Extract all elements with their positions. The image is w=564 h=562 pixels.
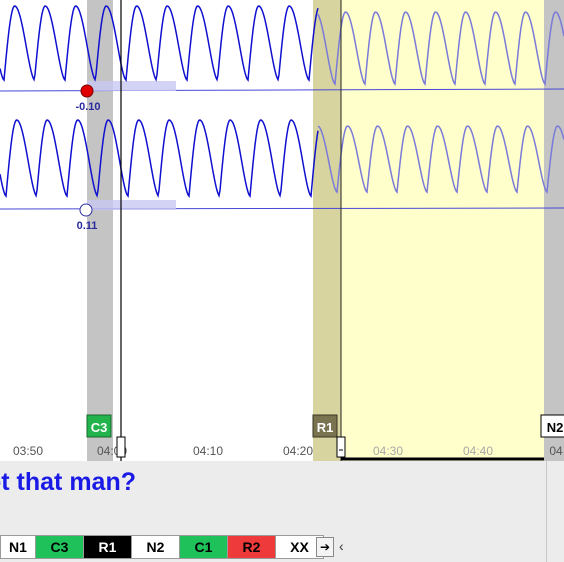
- epoch-marker-c3-label: C3: [91, 420, 108, 435]
- stage-button-n2[interactable]: N2: [131, 535, 180, 559]
- time-label: 04:20: [283, 444, 313, 458]
- stage-button-c3[interactable]: C3: [35, 535, 84, 559]
- stage-button-bar: N1 C3 R1 N2 C1 R2 XX: [0, 535, 324, 559]
- channel-1-marker[interactable]: [80, 84, 94, 98]
- channel-2-marker-range: [87, 200, 176, 210]
- time-label: 04:10: [193, 444, 223, 458]
- right-arrow-icon[interactable]: ➔: [316, 537, 334, 557]
- channel-2-waveform: [0, 119, 319, 198]
- channel-1-waveform: [0, 5, 319, 82]
- epoch-marker-n2-label: N2: [547, 420, 564, 435]
- channel-2-marker[interactable]: [79, 203, 93, 217]
- stage-button-r2[interactable]: R2: [227, 535, 276, 559]
- time-label: 04:30: [373, 444, 403, 458]
- question-text: ot that man?: [0, 468, 136, 496]
- channel-1-marker-range: [87, 81, 176, 91]
- epoch-marker-r1-label: R1: [317, 420, 334, 435]
- time-label: 04:40: [463, 444, 493, 458]
- selection-handle[interactable]: [336, 436, 346, 458]
- channel-1-marker-value: -0.10: [75, 101, 100, 113]
- time-label: 04: [549, 444, 563, 458]
- stage-button-r1[interactable]: R1: [83, 535, 132, 559]
- stage-button-n1[interactable]: N1: [0, 535, 36, 559]
- chevron-left-icon[interactable]: ‹: [339, 538, 344, 554]
- cursor-handle[interactable]: [116, 436, 126, 458]
- channel-2-marker-value: 0.11: [77, 220, 98, 232]
- time-label: 03:50: [13, 444, 43, 458]
- signal-viewer[interactable]: -0.10 0.11 C3 R1 N2 03:50 04:00 04:10 04…: [0, 0, 564, 461]
- selected-epoch-band[interactable]: [313, 0, 544, 461]
- signal-canvas[interactable]: -0.10 0.11 C3 R1 N2 03:50 04:00 04:10 04…: [0, 0, 564, 461]
- panel-divider: [546, 461, 547, 562]
- stage-button-c1[interactable]: C1: [179, 535, 228, 559]
- question-panel: ot that man? N1 C3 R1 N2 C1 R2 XX ➔ ‹: [0, 461, 564, 562]
